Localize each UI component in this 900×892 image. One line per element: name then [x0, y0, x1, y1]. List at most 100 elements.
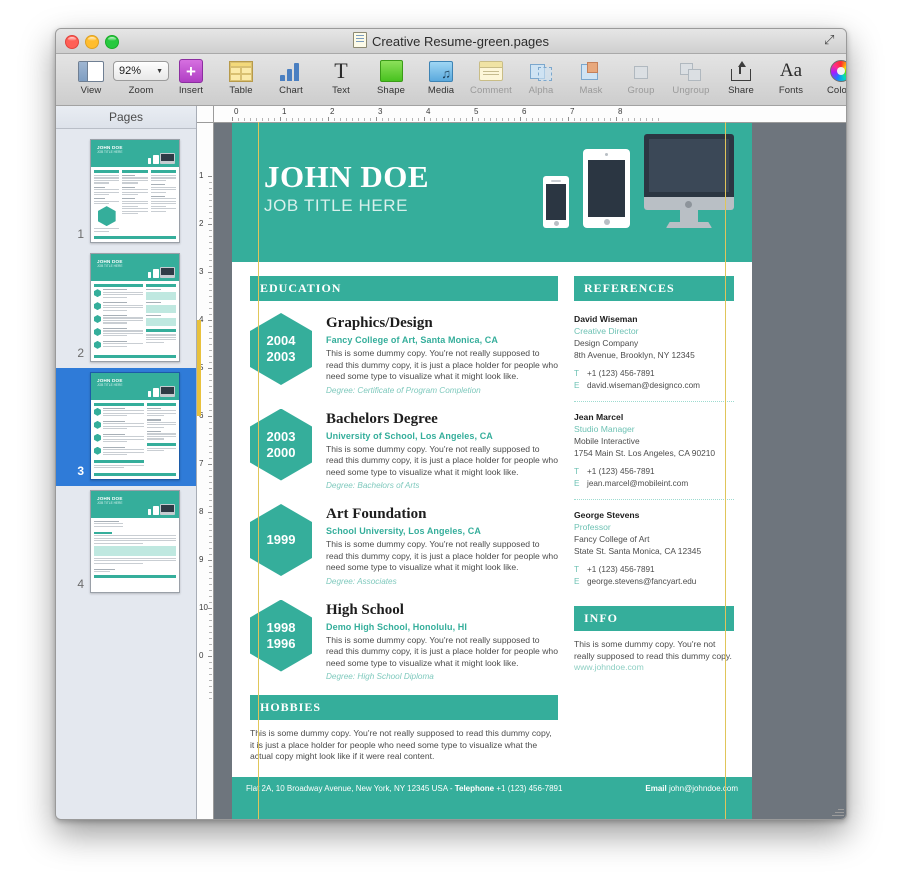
document-page[interactable]: JOHN DOE JOB TITLE HERE EDUCATION 2004 2… — [232, 122, 752, 819]
ruler-v-minor-tick — [209, 248, 212, 249]
ruler-v-minor-tick — [209, 686, 212, 687]
email-key: E — [574, 479, 580, 488]
toolbar-fonts-label: Fonts — [778, 85, 804, 96]
ruler-v-minor-tick — [209, 668, 212, 669]
ruler-v-minor-tick — [209, 374, 212, 375]
ruler-h-label: 1 — [282, 107, 287, 116]
ruler-h-minor-tick — [430, 118, 431, 121]
toolbar-chart-button[interactable]: Chart — [266, 58, 316, 96]
ruler-v-minor-tick — [209, 434, 212, 435]
page-thumbnail-3[interactable]: 3 JOHN DOE JOB TITLE HERE — [56, 367, 196, 486]
toolbar-colors-button[interactable]: Colors — [816, 58, 846, 96]
ruler-h-tick — [232, 117, 233, 121]
ruler-v-minor-tick — [209, 344, 212, 345]
footer-email-label: Email — [645, 783, 667, 793]
document-canvas[interactable]: 0 1 2 3 4 5 6 7 8 1 2 3 4 5 6 7 8 9 10 0 JOHN DOE JOB TITL… — [197, 106, 846, 819]
ruler-h-label: 3 — [378, 107, 383, 116]
ruler-v-tick — [208, 272, 212, 273]
ruler-v-minor-tick — [209, 626, 212, 627]
ruler-h-minor-tick — [346, 118, 347, 121]
ruler-h-tick — [472, 117, 473, 121]
ruler-h-minor-tick — [304, 118, 305, 121]
reference-role: Creative Director — [574, 326, 639, 336]
ruler-v-minor-tick — [209, 530, 212, 531]
ruler-h-minor-tick — [370, 118, 371, 121]
toolbar-zoom-control[interactable]: 92% ▼ Zoom — [113, 58, 169, 96]
toolbar-mask-button[interactable]: Mask — [566, 58, 616, 96]
page-thumbnail-2[interactable]: 2 JOHN DOE JOB TITLE HERE — [56, 249, 196, 368]
toolbar-comment-button[interactable]: Comment — [466, 58, 516, 96]
toolbar-table-button[interactable]: Table — [216, 58, 266, 96]
ruler-h-minor-tick — [262, 118, 263, 121]
ruler-h-minor-tick — [646, 118, 647, 121]
zoom-select-icon[interactable]: 92% ▼ — [113, 61, 169, 81]
resume-body: EDUCATION 2004 2003 Graphics/Design Fanc… — [232, 262, 752, 763]
ruler-h-minor-tick — [400, 118, 401, 121]
ruler-v-minor-tick — [209, 392, 212, 393]
toolbar-share-button[interactable]: Share — [716, 58, 766, 96]
ruler-h-minor-tick — [610, 118, 611, 121]
toolbar-insert-button[interactable]: + Insert — [166, 58, 216, 96]
fonts-aa-icon: Aa — [779, 60, 803, 81]
page-thumbnail-4[interactable]: 4 JOHN DOE JOB TITLE HERE — [56, 486, 196, 599]
ruler-v-minor-tick — [209, 440, 212, 441]
ruler-v-minor-tick — [209, 398, 212, 399]
ruler-v-minor-tick — [209, 536, 212, 537]
ruler-h-minor-tick — [238, 118, 239, 121]
ruler-h-minor-tick — [658, 118, 659, 121]
toolbar-view-button[interactable]: View — [66, 58, 116, 96]
ruler-v-minor-tick — [209, 614, 212, 615]
resize-grip[interactable] — [831, 804, 844, 817]
education-degree: Degree: High School Diploma — [326, 672, 434, 681]
ruler-v-minor-tick — [209, 632, 212, 633]
page-number-label: 4 — [77, 576, 84, 591]
thumbnail-image: JOHN DOE JOB TITLE HERE — [90, 371, 180, 480]
ruler-h-minor-tick — [298, 118, 299, 121]
ruler-h-minor-tick — [604, 118, 605, 121]
expand-arrows-icon[interactable]: ⤢ — [824, 33, 838, 47]
share-upload-icon — [731, 61, 751, 81]
vertical-ruler[interactable]: 1 2 3 4 5 6 7 8 9 10 0 — [197, 106, 214, 819]
ruler-h-minor-tick — [394, 118, 395, 121]
education-school: Fancy College of Art, Santa Monica, CA — [326, 335, 498, 345]
toolbar-ungroup-button[interactable]: Ungroup — [666, 58, 716, 96]
reference-phone: +1 (123) 456-7891 — [587, 467, 655, 476]
education-title: Graphics/Design — [326, 315, 433, 331]
toolbar-text-button[interactable]: T Text — [316, 58, 366, 97]
page-number-label: 2 — [77, 345, 84, 360]
ruler-v-minor-tick — [209, 488, 212, 489]
reference-entry: David Wiseman Creative Director Design C… — [574, 313, 734, 392]
education-title: Bachelors Degree — [326, 410, 438, 427]
page-thumbnail-1[interactable]: 1 JOHN DOE JOB TITLE HERE — [56, 135, 196, 249]
education-entry: 2004 2003 Graphics/Design Fancy College … — [250, 313, 558, 395]
toolbar-shape-button[interactable]: Shape — [366, 58, 416, 96]
hobbies-section-header: HOBBIES — [250, 695, 558, 720]
education-description: This is some dummy copy. You're not real… — [326, 539, 558, 572]
horizontal-ruler[interactable]: 0 1 2 3 4 5 6 7 8 — [197, 106, 846, 123]
toolbar-media-button[interactable]: Media — [416, 58, 466, 96]
year-start: 1999 — [266, 532, 296, 547]
resume-header-banner: JOHN DOE JOB TITLE HERE — [232, 122, 752, 262]
reference-email: jean.marcel@mobileint.com — [587, 479, 689, 488]
toolbar-group-button[interactable]: Group — [616, 58, 666, 96]
ruler-h-minor-tick — [496, 118, 497, 121]
info-website-link[interactable]: www.johndoe.com — [574, 662, 734, 674]
ruler-h-minor-tick — [418, 118, 419, 121]
ruler-v-minor-tick — [209, 404, 212, 405]
ruler-h-label: 4 — [426, 107, 431, 116]
ruler-h-minor-tick — [502, 118, 503, 121]
ruler-h-minor-tick — [490, 118, 491, 121]
ruler-h-minor-tick — [508, 118, 509, 121]
education-section-header: EDUCATION — [250, 276, 558, 301]
ruler-v-tick — [208, 512, 212, 513]
ruler-h-minor-tick — [460, 118, 461, 121]
toolbar-alpha-label: Alpha — [528, 85, 554, 96]
reference-phone: +1 (123) 456-7891 — [587, 565, 655, 574]
email-key: E — [574, 577, 580, 586]
ruler-v-minor-tick — [209, 428, 212, 429]
toolbar-fonts-button[interactable]: Aa Fonts — [766, 58, 816, 97]
toolbar-media-label: Media — [427, 85, 455, 96]
ruler-v-minor-tick — [209, 578, 212, 579]
toolbar-alpha-button[interactable]: Alpha — [516, 58, 566, 96]
ruler-v-minor-tick — [209, 338, 212, 339]
